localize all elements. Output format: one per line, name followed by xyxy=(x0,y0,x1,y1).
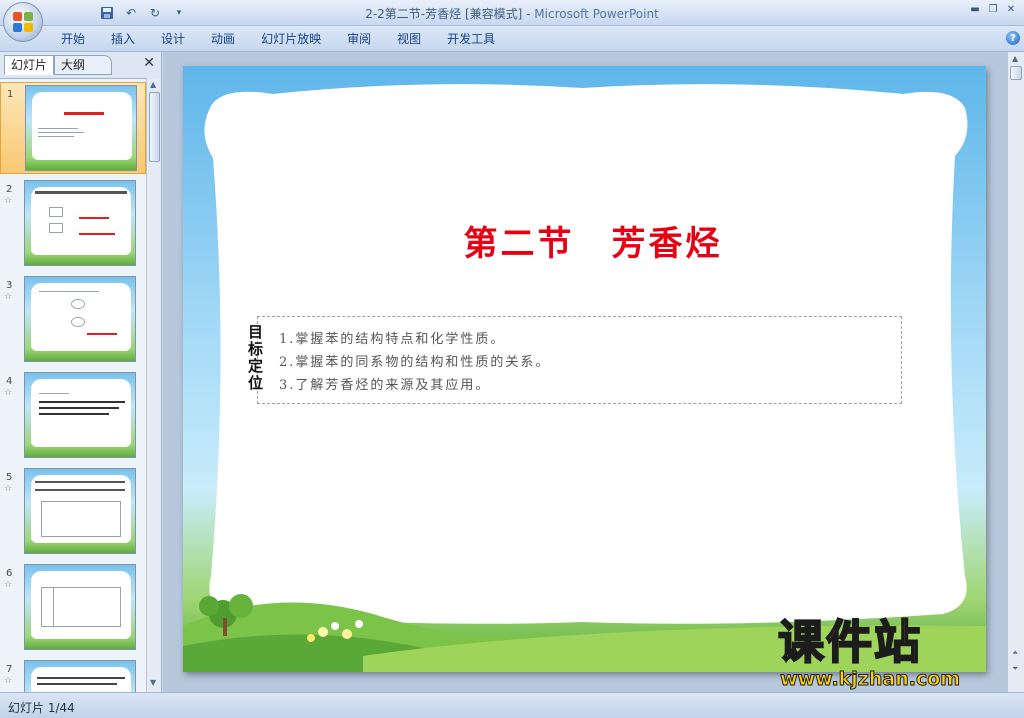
slide-title[interactable]: 第二节 芳香烃 xyxy=(363,216,823,265)
tab-review[interactable]: 审阅 xyxy=(334,31,384,48)
close-window-icon[interactable]: ✕ xyxy=(1004,2,1018,16)
thumb-image xyxy=(24,372,136,458)
thumb-image xyxy=(24,564,136,650)
undo-icon[interactable]: ↶ xyxy=(122,4,140,21)
slide-editor[interactable]: 第二节 芳香烃 目标定位 1.掌握苯的结构特点和化学性质。 2.掌握苯的同系物的… xyxy=(163,52,1007,692)
tab-developer[interactable]: 开发工具 xyxy=(434,31,508,48)
panel-tabs: 幻灯片 大纲 xyxy=(2,55,160,75)
previous-slide-icon[interactable]: ⏶ xyxy=(1012,648,1018,658)
window-controls: ▬ ❐ ✕ xyxy=(968,2,1018,16)
slide-thumbnail-7[interactable]: 7 ☆ xyxy=(0,658,146,692)
thumb-star-icon: ☆ xyxy=(4,580,13,590)
slide-thumbnail-3[interactable]: 3 ☆ xyxy=(0,274,146,366)
editor-scrollbar[interactable]: ▲ ⏶ ⏷ xyxy=(1007,52,1024,692)
objectives-label: 目标定位 xyxy=(248,323,264,392)
tab-animations[interactable]: 动画 xyxy=(198,31,248,48)
next-slide-icon[interactable]: ⏷ xyxy=(1012,664,1018,674)
thumb-star-icon: ☆ xyxy=(4,196,13,206)
restore-icon[interactable]: ❐ xyxy=(986,2,1000,16)
thumb-star-icon: ☆ xyxy=(4,292,13,302)
office-button[interactable] xyxy=(3,2,43,42)
help-icon[interactable]: ? xyxy=(1006,31,1020,45)
thumb-image xyxy=(24,660,136,692)
title-bar: ↶ ↻ ▾ 2-2第二节-芳香烃 [兼容模式] - Microsoft Powe… xyxy=(0,0,1024,26)
objective-item: 1.掌握苯的结构特点和化学性质。 xyxy=(279,332,506,347)
scroll-up-icon[interactable]: ▲ xyxy=(150,80,156,89)
minimize-icon[interactable]: ▬ xyxy=(968,2,982,16)
slide-thumbnail-4[interactable]: 4 ☆ xyxy=(0,370,146,462)
quick-access-toolbar: ↶ ↻ ▾ xyxy=(50,4,188,21)
slide-thumbnail-1[interactable]: 1 xyxy=(0,82,146,174)
tab-view[interactable]: 视图 xyxy=(384,31,434,48)
office-logo-icon xyxy=(13,12,33,32)
scrollbar-thumb[interactable] xyxy=(149,92,160,162)
thumb-number: 5 xyxy=(6,472,13,483)
redo-icon[interactable]: ↻ xyxy=(146,4,164,21)
slide-counter: 幻灯片 1/44 xyxy=(8,701,75,715)
ribbon-tab-bar: 开始 插入 设计 动画 幻灯片放映 审阅 视图 开发工具 ? xyxy=(0,26,1024,52)
thumb-image xyxy=(24,180,136,266)
scrollbar-thumb[interactable] xyxy=(1010,66,1022,80)
scroll-down-icon[interactable]: ▼ xyxy=(150,678,156,687)
thumb-star-icon: ☆ xyxy=(4,484,13,494)
tab-outline[interactable]: 大纲 xyxy=(54,55,112,75)
customize-toolbar-icon[interactable]: ▾ xyxy=(170,4,188,21)
ribbon-tabs: 开始 插入 设计 动画 幻灯片放映 审阅 视图 开发工具 xyxy=(48,31,508,48)
tab-design[interactable]: 设计 xyxy=(148,31,198,48)
thumb-star-icon: ☆ xyxy=(4,388,13,398)
thumb-number: 4 xyxy=(6,376,13,387)
current-slide[interactable]: 第二节 芳香烃 目标定位 1.掌握苯的结构特点和化学性质。 2.掌握苯的同系物的… xyxy=(183,66,986,672)
thumb-star-icon: ☆ xyxy=(4,676,13,686)
watermark-logo: 课件站 www.kjzhan.com xyxy=(777,615,1004,696)
status-bar: 幻灯片 1/44 xyxy=(0,692,1024,718)
tab-home[interactable]: 开始 xyxy=(48,31,98,48)
objective-item: 3.了解芳香烃的来源及其应用。 xyxy=(279,378,491,393)
objective-item: 2.掌握苯的同系物的结构和性质的关系。 xyxy=(279,355,551,370)
watermark-url: www.kjzhan.com xyxy=(779,668,961,691)
slide-thumbnail-6[interactable]: 6 ☆ xyxy=(0,562,146,654)
thumb-number: 7 xyxy=(6,664,13,675)
tab-insert[interactable]: 插入 xyxy=(98,31,148,48)
slide-thumbnail-5[interactable]: 5 ☆ xyxy=(0,466,146,558)
slide-thumbnail-2[interactable]: 2 ☆ xyxy=(0,178,146,270)
app-name: Microsoft PowerPoint xyxy=(534,7,659,21)
thumb-number: 6 xyxy=(6,568,13,579)
tab-slides[interactable]: 幻灯片 xyxy=(4,55,55,75)
thumb-number: 3 xyxy=(6,280,13,291)
thumb-number: 1 xyxy=(7,89,14,100)
scroll-up-icon[interactable]: ▲ xyxy=(1012,54,1018,63)
thumbnail-scrollbar[interactable]: ▲ ▼ xyxy=(146,78,161,692)
thumb-image xyxy=(24,276,136,362)
save-icon[interactable] xyxy=(98,4,116,21)
thumb-image xyxy=(24,468,136,554)
tab-slide-show[interactable]: 幻灯片放映 xyxy=(248,31,334,48)
watermark-title: 课件站 xyxy=(777,615,922,669)
slide-thumbnail-list: 1 2 ☆ 3 ☆ 4 ☆ 5 ☆ 6 ☆ 7 ☆ xyxy=(0,78,146,692)
thumb-image xyxy=(25,85,137,171)
thumb-number: 2 xyxy=(6,184,13,195)
close-panel-icon[interactable]: ✕ xyxy=(143,55,155,71)
slides-panel: 幻灯片 大纲 ✕ 1 2 ☆ 3 ☆ 4 ☆ 5 ☆ 6 ☆ 7 ☆ ▲ ▼ xyxy=(0,52,162,692)
